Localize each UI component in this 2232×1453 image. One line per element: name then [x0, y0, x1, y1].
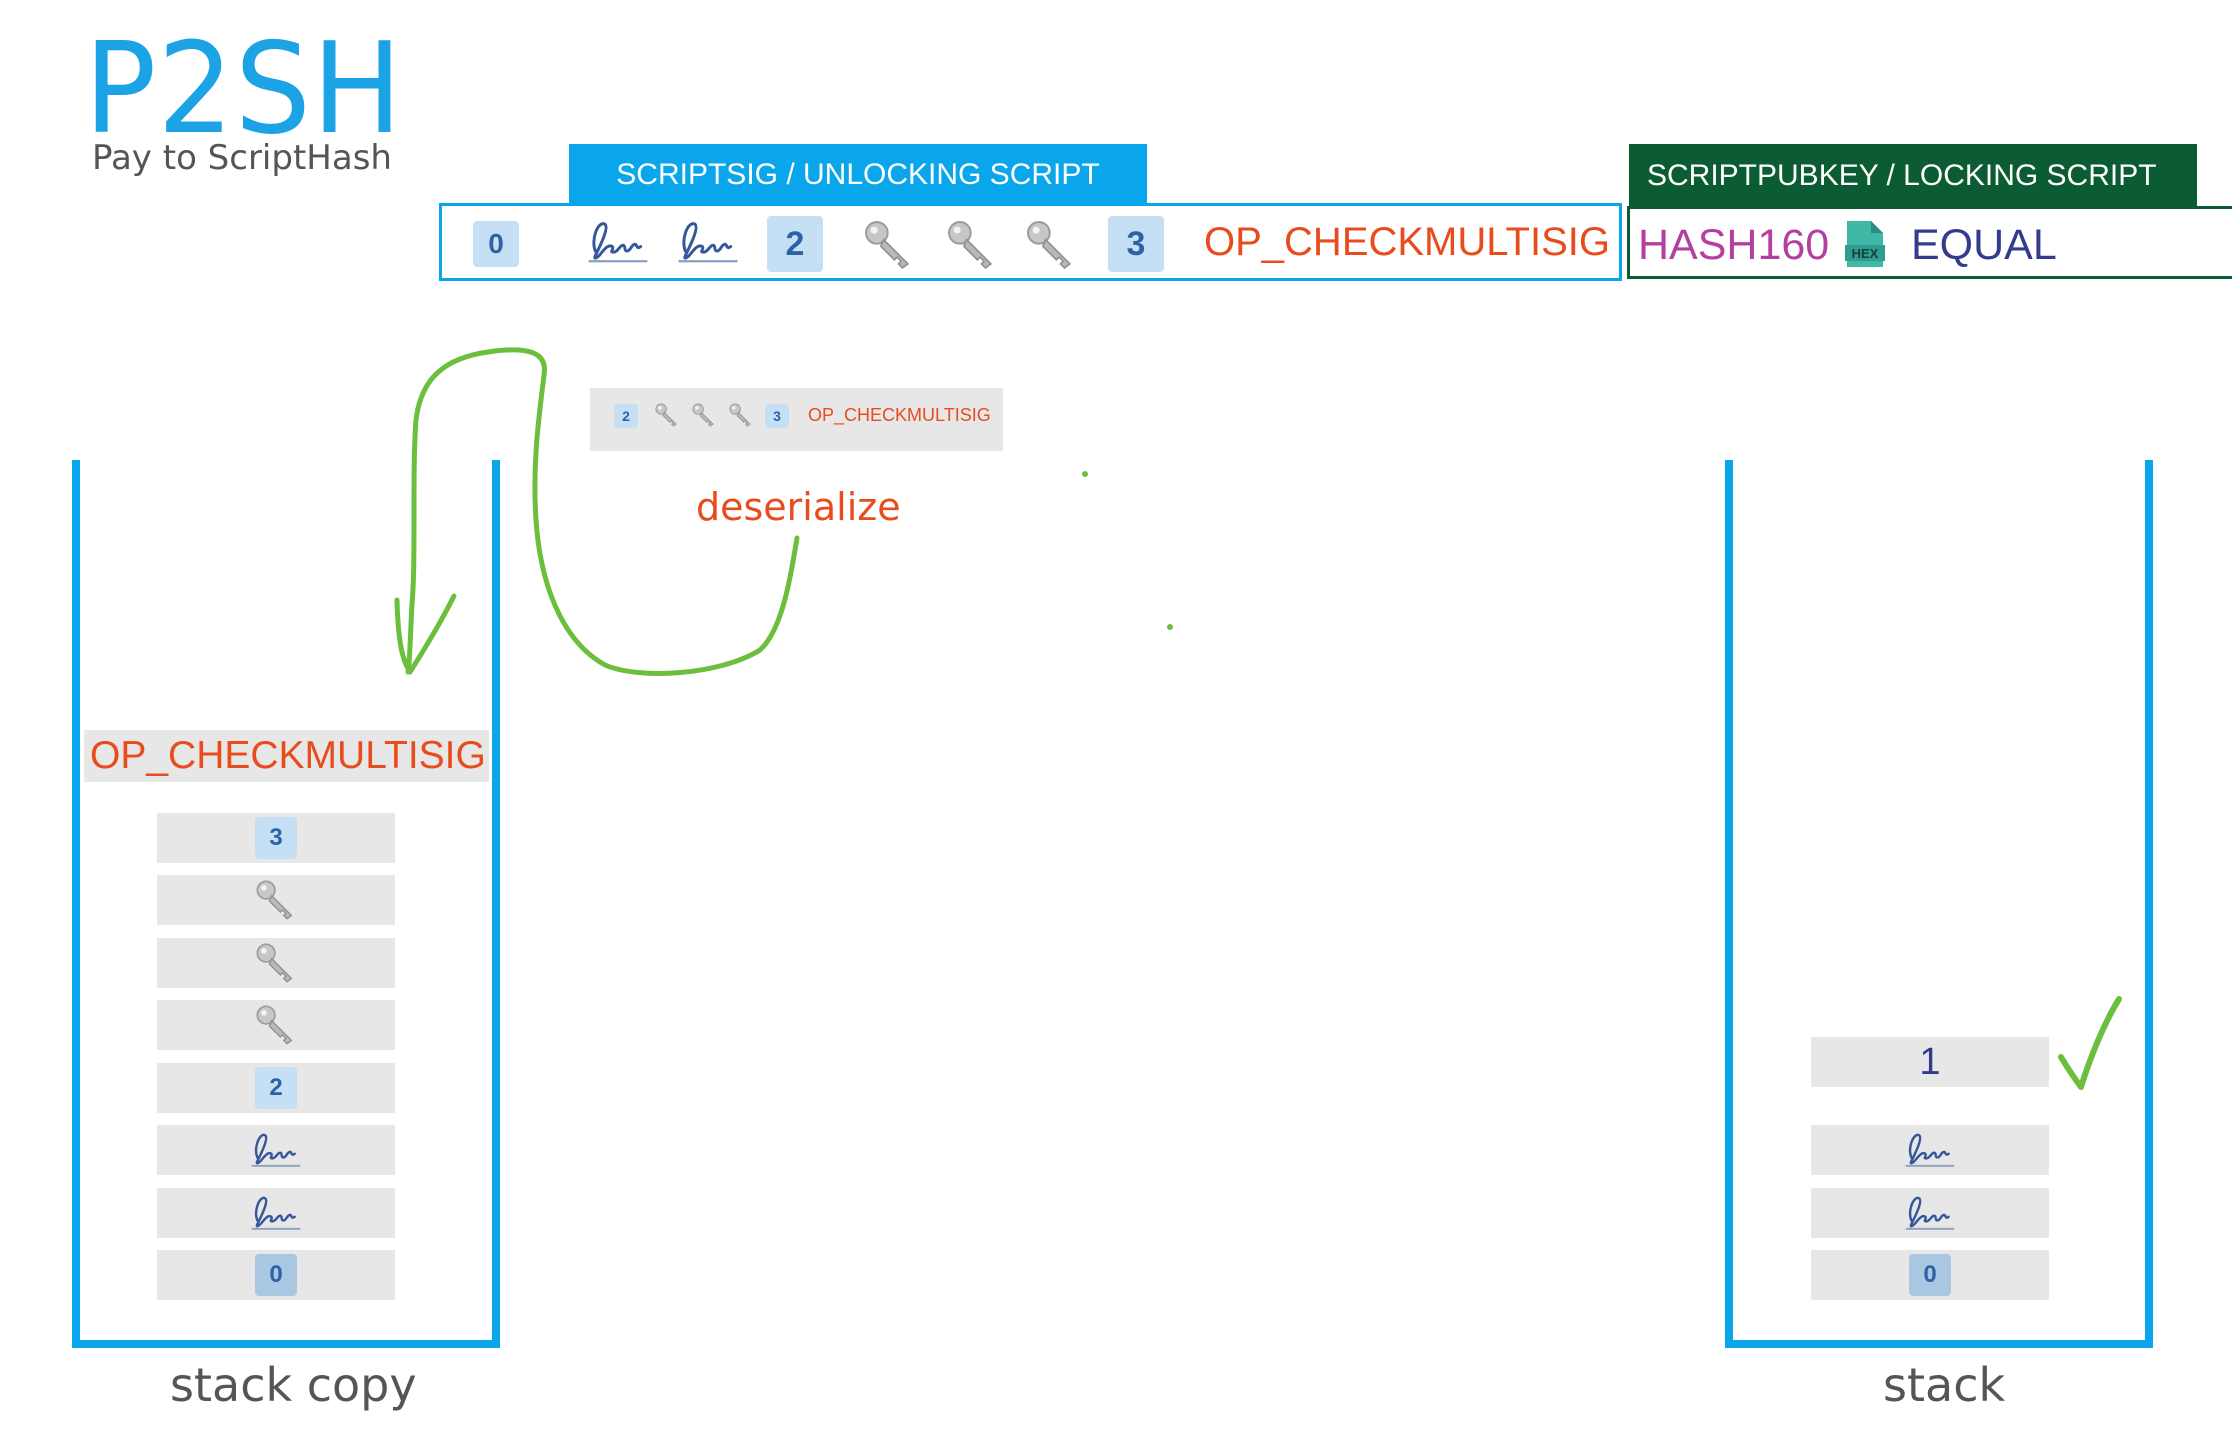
- key-icon: [254, 1003, 298, 1047]
- stack-label: stack: [1883, 1358, 2006, 1412]
- stack-copy-cell: [157, 1125, 395, 1175]
- stack-zero: 0: [1909, 1254, 1951, 1296]
- signature-icon: [1902, 1128, 1958, 1172]
- stack-copy-cell: [157, 1000, 395, 1050]
- stack-copy-op: OP_CHECKMULTISIG: [90, 734, 486, 777]
- stack-cell: [1811, 1125, 2049, 1175]
- stack-copy-cell: 0: [157, 1250, 395, 1300]
- stack-cell: 0: [1811, 1250, 2049, 1300]
- stack-copy-zero: 0: [255, 1254, 297, 1296]
- stack-copy-label: stack copy: [170, 1358, 417, 1412]
- key-icon: [254, 941, 298, 985]
- stack-copy-n: 3: [255, 817, 297, 859]
- stack-copy-cell: 2: [157, 1063, 395, 1113]
- check-icon: [2058, 996, 2122, 1090]
- stack-copy-cell: [157, 1188, 395, 1238]
- stack-copy-cell: 3: [157, 813, 395, 863]
- stack-cell: 1: [1811, 1037, 2049, 1087]
- stack-cell: [1811, 1188, 2049, 1238]
- stack-result: 1: [1919, 1040, 1941, 1083]
- signature-icon: [248, 1191, 304, 1235]
- stack-copy-op-cell: OP_CHECKMULTISIG: [84, 730, 489, 782]
- stack-copy-cell: [157, 938, 395, 988]
- signature-icon: [1902, 1191, 1958, 1235]
- stack-copy-m: 2: [255, 1067, 297, 1109]
- signature-icon: [248, 1128, 304, 1172]
- key-icon: [254, 878, 298, 922]
- stack-copy-cell: [157, 875, 395, 925]
